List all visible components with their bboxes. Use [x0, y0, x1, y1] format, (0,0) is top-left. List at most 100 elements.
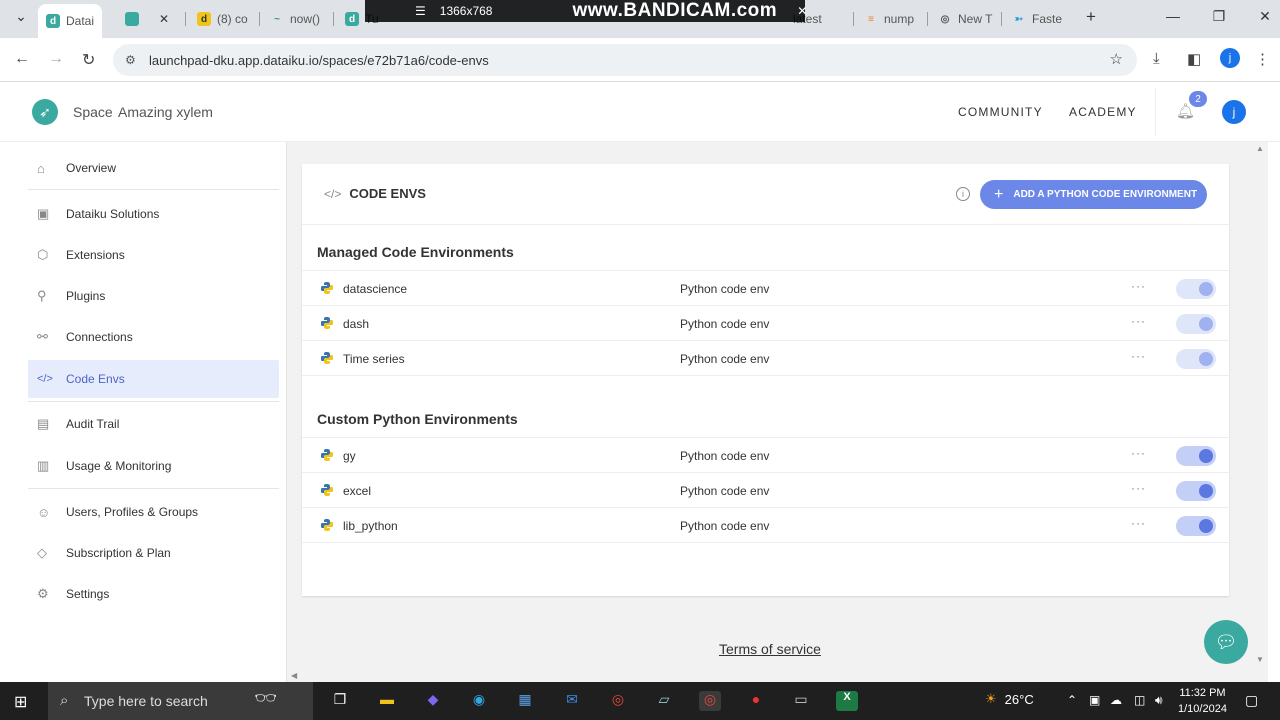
edge-icon[interactable]: ◉ [468, 691, 490, 711]
more-options-icon[interactable]: ··· [1131, 349, 1146, 363]
page-title: </> CODE ENVS [324, 186, 426, 201]
env-type: Python code env [680, 449, 770, 463]
more-options-icon[interactable]: ··· [1131, 446, 1146, 460]
terminal-icon[interactable]: ▭ [790, 691, 812, 711]
vertical-scrollbar[interactable]: ▲ ▼ [1252, 142, 1268, 682]
link-favicon-icon: ~ [274, 13, 280, 25]
browser-profile-avatar[interactable]: j [1220, 48, 1240, 68]
taskbar-search[interactable]: ⌕ Type here to search 👓︎ [48, 682, 313, 720]
tab-faster[interactable]: ➳ Faste [1012, 8, 1062, 30]
sidebar-item-extensions[interactable]: ⬡ Extensions [28, 236, 279, 274]
env-toggle[interactable] [1176, 279, 1216, 299]
maximize-button[interactable]: ❐ [1204, 8, 1234, 25]
record-icon[interactable]: ● [745, 691, 767, 711]
bookmark-star-icon[interactable]: ☆ [1110, 50, 1123, 68]
sidebar-item-settings[interactable]: ⚙ Settings [28, 575, 279, 613]
meet-icon[interactable]: ▣ [1089, 693, 1100, 707]
sidebar-item-audit-trail[interactable]: ▤ Audit Trail [28, 405, 279, 443]
tab-close-icon[interactable]: ✕ [159, 12, 169, 26]
sidebar-item-subscription-plan[interactable]: ◇ Subscription & Plan [28, 534, 279, 572]
weather-widget[interactable]: ☀ 26°C [985, 691, 1034, 707]
search-highlight-icon: 👓︎ [254, 688, 277, 708]
tab-current[interactable]: ✕ [125, 8, 169, 30]
sidebar-item-users-profiles-groups[interactable]: ☺ Users, Profiles & Groups [28, 493, 279, 531]
store-icon[interactable]: ▦ [514, 691, 536, 711]
minimize-button[interactable]: — [1158, 8, 1188, 24]
community-link[interactable]: COMMUNITY [958, 105, 1043, 119]
scroll-left-icon[interactable]: ◀ [291, 671, 297, 680]
info-icon[interactable]: i [956, 187, 970, 201]
window-close-button[interactable]: ✕ [1250, 8, 1280, 25]
notification-badge: 2 [1189, 91, 1207, 107]
table-row[interactable]: dash Python code env ··· [302, 306, 1229, 341]
scroll-down-icon[interactable]: ▼ [1256, 655, 1264, 664]
scroll-up-icon[interactable]: ▲ [1256, 144, 1264, 153]
more-options-icon[interactable]: ··· [1131, 279, 1146, 293]
tab-search-chevron-icon[interactable]: ⌄ [6, 8, 36, 25]
env-toggle[interactable] [1176, 481, 1216, 501]
chrome-active-icon[interactable]: ◎ [699, 691, 721, 711]
tab-community[interactable]: d (8) co [197, 8, 248, 30]
sidebar-item-overview[interactable]: ⌂ Overview [28, 149, 279, 187]
copilot-icon[interactable]: ◆ [422, 691, 444, 711]
env-toggle[interactable] [1176, 446, 1216, 466]
code-icon: </> [37, 373, 53, 385]
side-panel-icon[interactable]: ◧ [1187, 50, 1201, 68]
forward-arrow-icon[interactable]: → [48, 50, 64, 68]
sidebar-item-dataiku-solutions[interactable]: ▣ Dataiku Solutions [28, 195, 279, 233]
file-explorer-icon[interactable]: ▬ [376, 691, 398, 711]
new-tab-button[interactable]: + [1076, 7, 1106, 27]
network-icon[interactable]: ◫ [1134, 693, 1145, 707]
more-options-icon[interactable]: ··· [1131, 481, 1146, 495]
table-row[interactable]: excel Python code env ··· [302, 473, 1229, 508]
tab-now[interactable]: ~ now() [270, 8, 320, 30]
chrome-icon[interactable]: ◎ [607, 691, 629, 711]
sidebar-item-plugins[interactable]: ⚲ Plugins [28, 277, 279, 315]
cloud-icon[interactable]: ☁ [1110, 693, 1122, 707]
terms-of-service-link[interactable]: Terms of service [719, 641, 821, 657]
add-python-code-env-button[interactable]: + ADD A PYTHON CODE ENVIRONMENT [980, 180, 1207, 209]
tab-new-tab[interactable]: ◎ New T [938, 8, 993, 30]
recorder-menu-icon[interactable]: ☰ [415, 4, 426, 18]
back-arrow-icon[interactable]: ← [14, 50, 30, 68]
browser-menu-icon[interactable]: ⋮ [1255, 50, 1270, 68]
app-header: ➶ Space Amazing xylem COMMUNITY ACADEMY … [0, 82, 1280, 142]
volume-icon[interactable]: 🔊︎ [1155, 693, 1163, 708]
excel-icon[interactable]: X [836, 691, 858, 711]
mail-icon[interactable]: ✉ [561, 691, 583, 711]
env-toggle[interactable] [1176, 349, 1216, 369]
dataiku-logo-icon[interactable]: ➶ [32, 99, 58, 125]
table-row[interactable]: datascience Python code env ··· [302, 271, 1229, 306]
site-info-icon[interactable]: ⚙ [125, 53, 136, 67]
env-name: lib_python [343, 519, 398, 533]
user-avatar[interactable]: j [1222, 100, 1246, 124]
notepad-icon[interactable]: ▱ [653, 691, 675, 711]
task-view-icon[interactable]: ❐ [329, 691, 351, 711]
sidebar-item-usage-monitoring[interactable]: ▥ Usage & Monitoring [28, 447, 279, 485]
python-icon [321, 317, 333, 329]
env-type: Python code env [680, 519, 770, 533]
more-options-icon[interactable]: ··· [1131, 516, 1146, 530]
table-row[interactable]: lib_python Python code env ··· [302, 508, 1229, 543]
more-options-icon[interactable]: ··· [1131, 314, 1146, 328]
recorder-close-icon[interactable]: ✕ [797, 4, 807, 18]
download-icon[interactable]: ⤓ [1153, 50, 1160, 67]
sidebar-item-connections[interactable]: ⚯ Connections [28, 318, 279, 356]
show-hidden-icons-icon[interactable]: ⌃ [1067, 693, 1077, 707]
chat-support-icon[interactable]: 💬︎ [1204, 620, 1248, 664]
academy-link[interactable]: ACADEMY [1069, 105, 1137, 119]
tab-dataiku[interactable]: d Datai [38, 4, 103, 38]
managed-section-title: Managed Code Environments [317, 244, 514, 260]
reload-icon[interactable]: ↻ [82, 50, 95, 70]
url-bar[interactable]: ⚙ launchpad-dku.app.dataiku.io/spaces/e7… [113, 44, 1137, 76]
table-row[interactable]: Time series Python code env ··· [302, 341, 1229, 376]
system-clock[interactable]: 11:32 PM 1/10/2024 [1178, 685, 1227, 717]
tab-separator [853, 12, 854, 26]
sidebar-item-code-envs[interactable]: </> Code Envs [28, 360, 279, 398]
env-toggle[interactable] [1176, 516, 1216, 536]
env-toggle[interactable] [1176, 314, 1216, 334]
windows-start-icon[interactable]: ⊞ [14, 692, 27, 712]
notification-center-icon[interactable]: ▢ [1245, 692, 1258, 709]
tab-numpy[interactable]: ≡ nump [864, 8, 914, 30]
table-row[interactable]: gy Python code env ··· [302, 438, 1229, 473]
